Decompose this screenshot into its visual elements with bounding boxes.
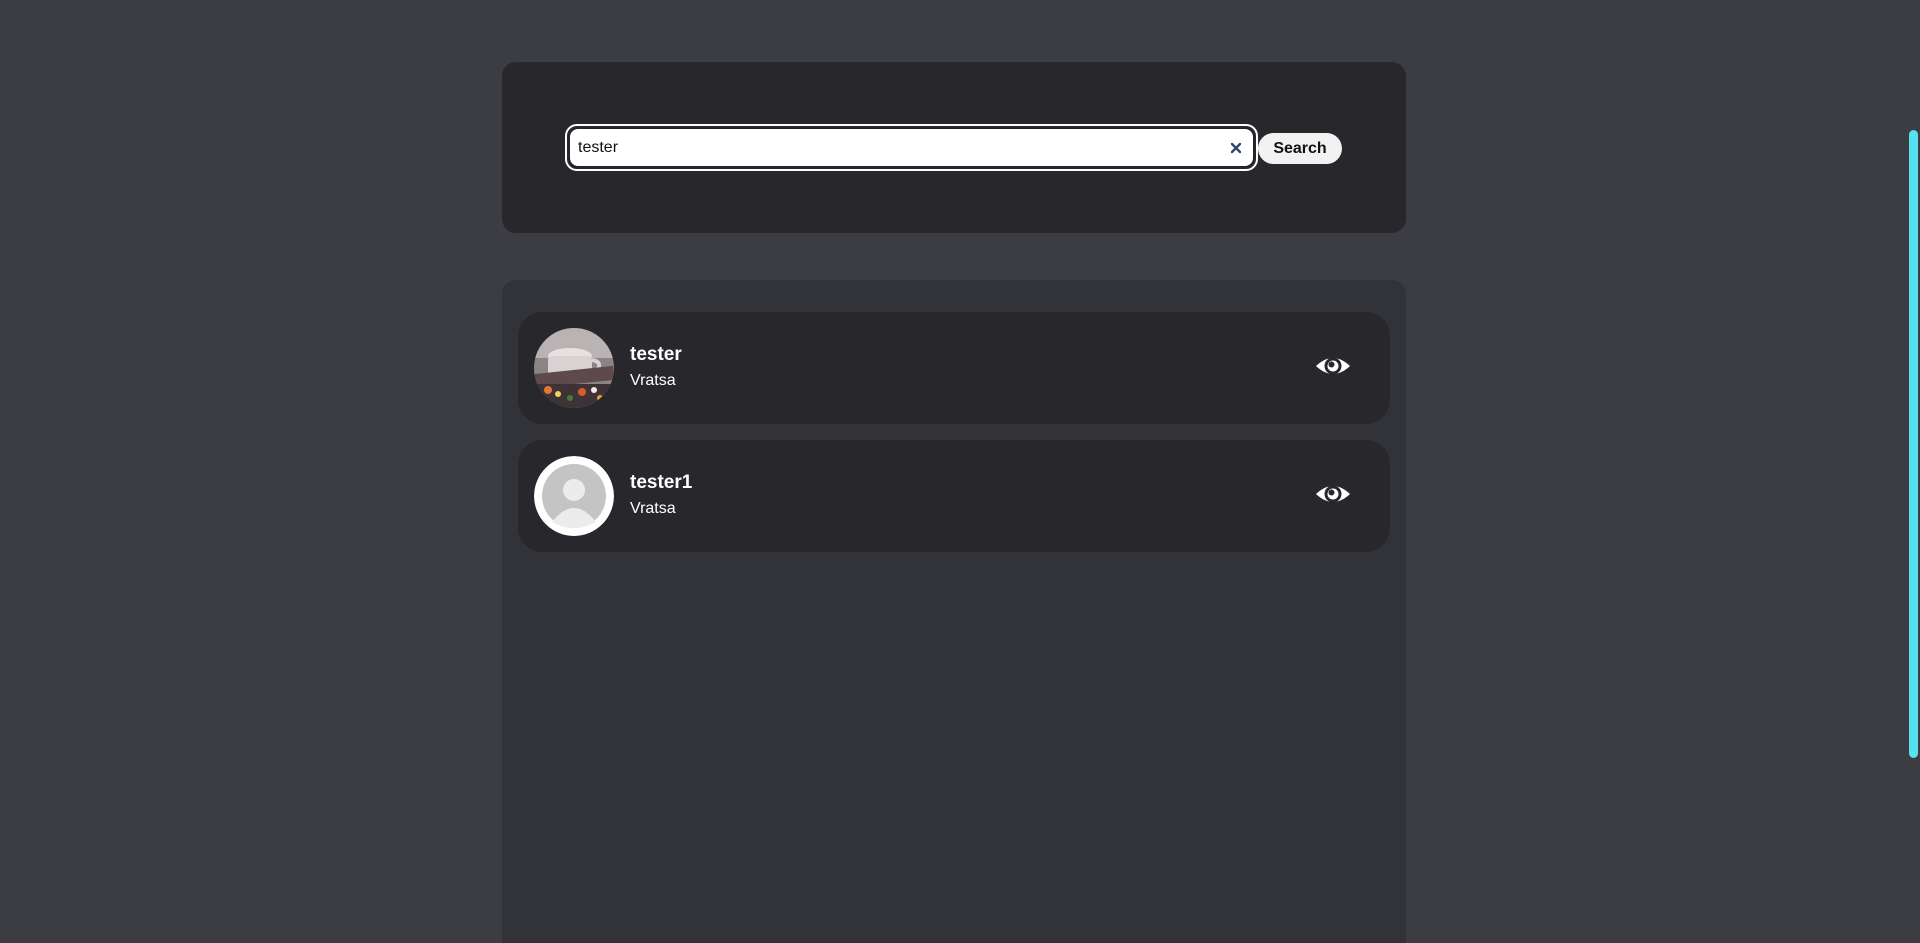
scrollbar-thumb[interactable] [1909, 130, 1918, 758]
search-input[interactable] [578, 129, 1218, 166]
results-panel: tester Vratsa tester1 Vratsa [502, 280, 1406, 943]
photo-avatar-image [534, 328, 614, 408]
result-card: tester Vratsa [518, 312, 1390, 424]
user-city: Vratsa [630, 500, 676, 517]
avatar[interactable] [534, 456, 614, 536]
search-field [565, 124, 1258, 171]
search-button[interactable]: Search [1258, 133, 1342, 164]
default-avatar-icon [534, 456, 614, 536]
close-icon[interactable] [1229, 141, 1243, 155]
eye-icon[interactable] [1314, 478, 1352, 510]
avatar[interactable] [534, 328, 614, 408]
page: Search [0, 0, 1920, 943]
user-name: tester [630, 344, 682, 365]
search-field-box [569, 128, 1254, 167]
eye-icon[interactable] [1314, 350, 1352, 382]
search-panel: Search [502, 62, 1406, 233]
user-name: tester1 [630, 472, 693, 493]
user-city: Vratsa [630, 372, 676, 389]
result-card: tester1 Vratsa [518, 440, 1390, 552]
